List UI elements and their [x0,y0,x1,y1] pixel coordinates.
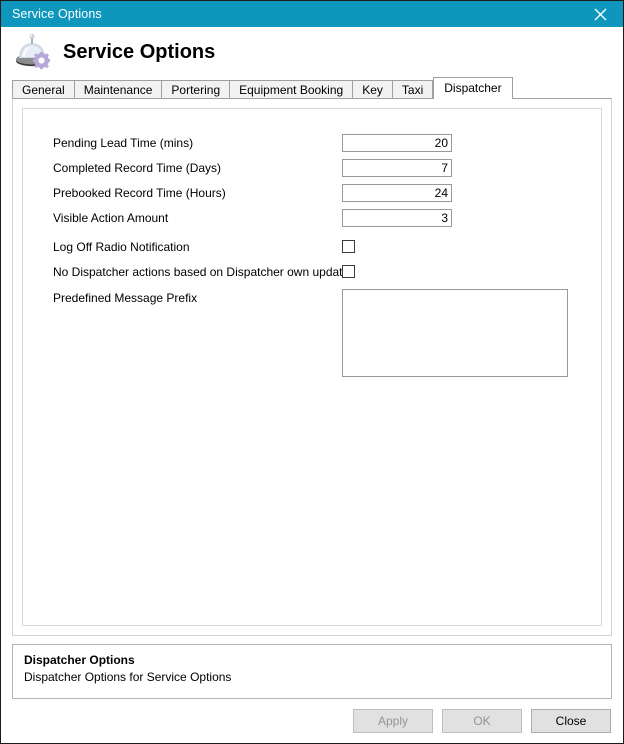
label-log-off-radio-notification: Log Off Radio Notification [53,239,190,254]
input-visible-action-amount[interactable] [342,208,452,227]
label-prebooked-record-time-hours: Prebooked Record Time (Hours) [53,185,226,200]
input-prebooked-record-time-hours[interactable] [342,183,452,202]
tab-maintenance[interactable]: Maintenance [73,80,163,99]
control-predefined-message-prefix [342,289,568,380]
textarea-predefined-message-prefix[interactable] [342,289,568,377]
form-row-no-dispatcher-actions-based-on-dispatcher-own-updates: No Dispatcher actions based on Dispatche… [23,259,601,284]
label-no-dispatcher-actions-based-on-dispatcher-own-updates: No Dispatcher actions based on Dispatche… [53,264,356,279]
control-completed-record-time-days [342,158,452,177]
close-button[interactable] [578,1,623,27]
control-visible-action-amount [342,208,452,227]
checkbox-log-off-radio-notification[interactable] [342,240,355,253]
apply-button: Apply [353,709,433,733]
close-icon [594,8,607,20]
service-bell-gear-icon [13,32,55,72]
dialog-footer: Apply OK Close [1,699,623,743]
form-row-pending-lead-time-mins: Pending Lead Time (mins) [23,130,601,155]
form-row-visible-action-amount: Visible Action Amount [23,205,601,230]
dispatcher-options-group: Pending Lead Time (mins) Completed Record… [22,108,602,626]
input-pending-lead-time-mins[interactable] [342,133,452,152]
tab-equipment-booking[interactable]: Equipment Booking [229,80,354,99]
description-panel: Dispatcher Options Dispatcher Options fo… [12,644,612,699]
page-header: Service Options [1,27,623,77]
dispatcher-form: Pending Lead Time (mins) Completed Record… [23,109,601,377]
checkbox-no-dispatcher-actions-based-on-dispatcher-own-updates[interactable] [342,265,355,278]
tab-taxi[interactable]: Taxi [391,80,434,99]
control-log-off-radio-notification [342,240,355,253]
tab-dispatcher[interactable]: Dispatcher [433,77,513,99]
label-visible-action-amount: Visible Action Amount [53,210,169,225]
title-bar: Service Options [1,1,623,27]
label-predefined-message-prefix: Predefined Message Prefix [53,291,198,305]
tab-portering[interactable]: Portering [161,80,231,99]
close-button[interactable]: Close [531,709,611,733]
ok-button: OK [442,709,522,733]
tab-key[interactable]: Key [352,80,393,99]
description-title: Dispatcher Options [24,653,135,667]
description-subtitle: Dispatcher Options for Service Options [24,670,232,684]
form-row-prebooked-record-time-hours: Prebooked Record Time (Hours) [23,180,601,205]
control-pending-lead-time-mins [342,133,452,152]
service-options-window: Service Options Service Options General … [0,0,624,744]
form-row-log-off-radio-notification: Log Off Radio Notification [23,234,601,259]
page-title: Service Options [63,40,216,63]
control-no-dispatcher-actions-based-on-dispatcher-own-updates [342,265,355,278]
control-prebooked-record-time-hours [342,183,452,202]
tab-panel-dispatcher: Pending Lead Time (mins) Completed Record… [12,98,612,636]
label-pending-lead-time-mins: Pending Lead Time (mins) [53,135,194,150]
label-completed-record-time-days: Completed Record Time (Days) [53,160,222,175]
form-row-completed-record-time-days: Completed Record Time (Days) [23,155,601,180]
window-title: Service Options [12,7,102,21]
tab-general[interactable]: General [12,80,75,99]
input-completed-record-time-days[interactable] [342,158,452,177]
tab-strip: General Maintenance Portering Equipment Boo… [1,77,623,99]
